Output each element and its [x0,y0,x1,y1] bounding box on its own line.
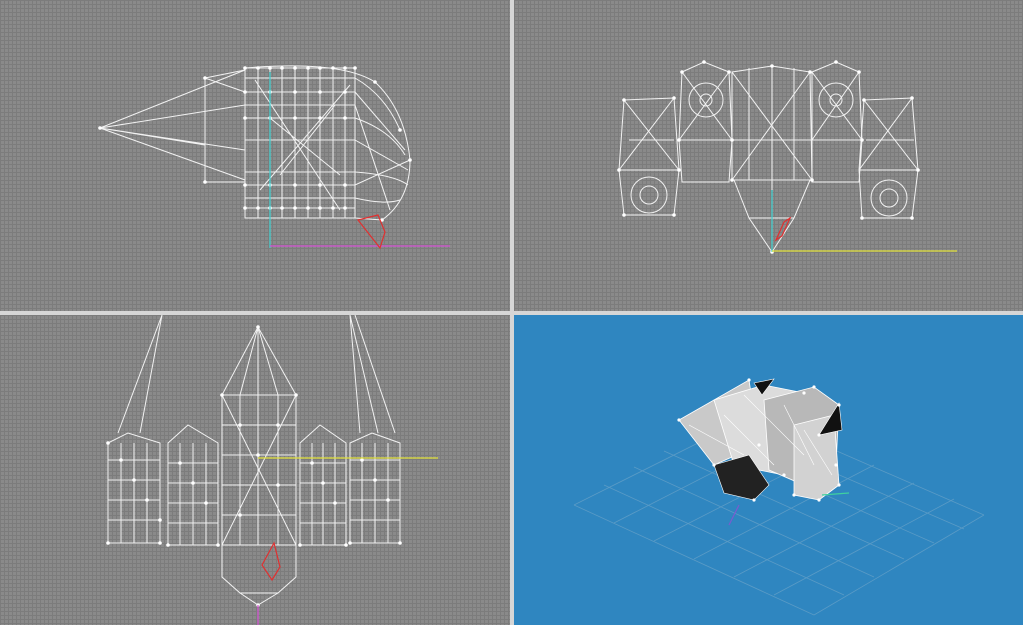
top-wireframe [106,315,438,625]
side-viewport[interactable] [0,0,510,311]
gizmo-marker [261,541,281,582]
perspective-scene [573,378,985,616]
top-viewport[interactable] [0,315,510,625]
front-wireframe [617,60,957,254]
perspective-viewport[interactable] [514,315,1023,625]
front-viewport[interactable] [514,0,1023,311]
side-wireframe [98,65,450,250]
ship-model [677,378,843,502]
axis-x-line [728,504,740,526]
gizmo-marker [774,216,792,242]
